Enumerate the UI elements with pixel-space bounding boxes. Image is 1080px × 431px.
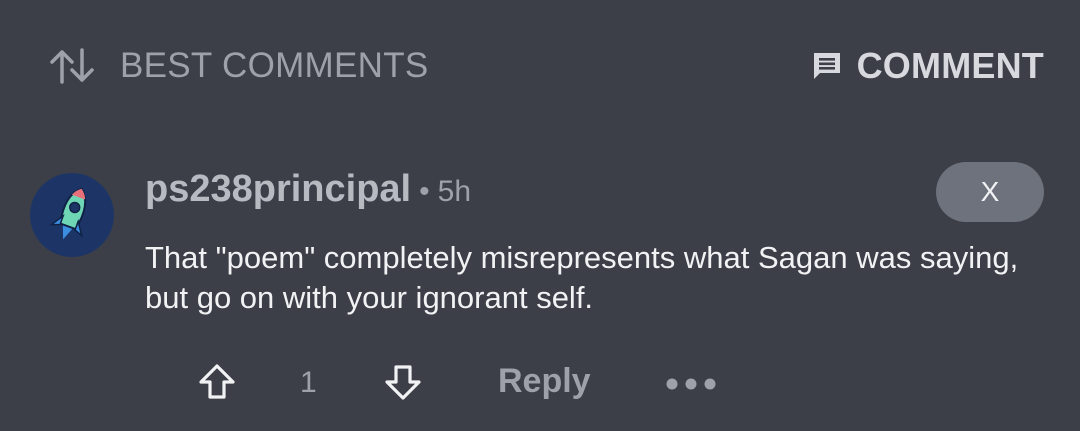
- comments-header: BEST COMMENTS COMMENT: [0, 0, 1080, 130]
- separator-dot: •: [419, 175, 430, 208]
- timestamp: 5h: [437, 175, 472, 208]
- sort-arrows-icon: [48, 46, 96, 86]
- comment-actions: 1 Reply: [0, 356, 1080, 412]
- sort-button[interactable]: BEST COMMENTS: [48, 44, 429, 88]
- author-name[interactable]: ps238principal: [145, 168, 411, 211]
- upvote-icon[interactable]: [197, 362, 237, 402]
- rocket-icon: [49, 187, 87, 240]
- vote-score: 1: [300, 366, 317, 399]
- comment-button-label: COMMENT: [856, 45, 1044, 86]
- comment-body: That "poem" completely misrepresents wha…: [145, 240, 1019, 315]
- downvote-icon[interactable]: [383, 362, 423, 402]
- comment-icon: [811, 50, 843, 82]
- author-line: ps238principal • 5h: [145, 168, 471, 212]
- add-comment-button[interactable]: COMMENT: [811, 44, 1044, 88]
- more-options-icon[interactable]: [664, 370, 720, 398]
- close-button[interactable]: X: [936, 162, 1044, 222]
- avatar[interactable]: [30, 173, 114, 257]
- reply-button[interactable]: Reply: [498, 362, 591, 401]
- sort-label: BEST COMMENTS: [120, 46, 429, 85]
- comment-card: ps238principal • 5h X That "poem" comple…: [0, 150, 1080, 431]
